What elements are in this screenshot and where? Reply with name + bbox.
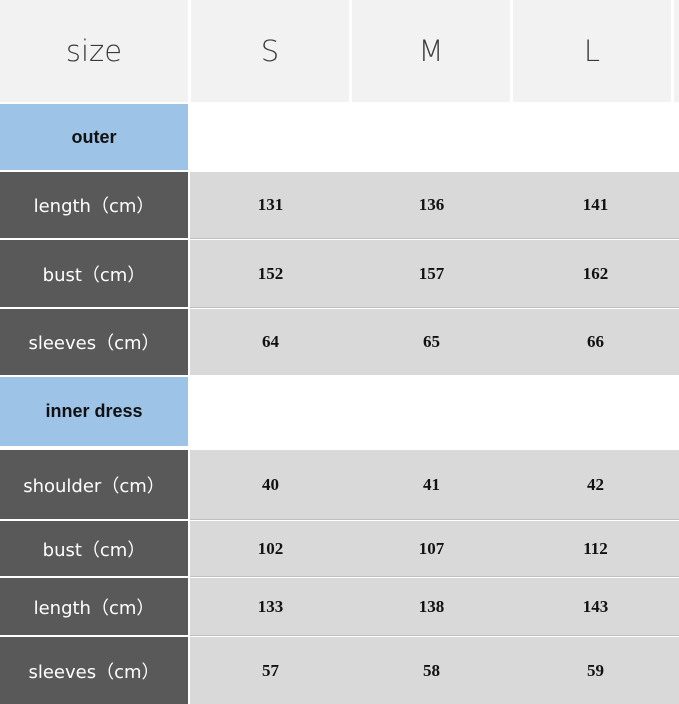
row-divider: [190, 307, 679, 308]
table-cell: 141: [512, 172, 679, 238]
row-divider: [190, 635, 679, 636]
row-label: shoulder（cm）: [0, 450, 188, 519]
row-label: sleeves（cm）: [0, 309, 188, 375]
table-cell: 58: [351, 637, 512, 704]
table-cell: 66: [512, 309, 679, 375]
header-size-s: S: [191, 0, 349, 102]
section-title-outer: outer: [0, 104, 188, 170]
table-cell: 143: [512, 578, 679, 635]
section-title-inner-dress: inner dress: [0, 377, 188, 446]
row-label: sleeves（cm）: [0, 637, 188, 704]
header-size-l: L: [513, 0, 671, 102]
row-label: bust（cm）: [0, 240, 188, 307]
table-cell: 64: [190, 309, 351, 375]
table-cell: 102: [190, 521, 351, 576]
size-chart-table: size S M L outer length（cm） 131 136 141 …: [0, 0, 679, 704]
table-cell: 42: [512, 450, 679, 519]
header-size-extra: [674, 0, 679, 102]
table-cell: 59: [512, 637, 679, 704]
table-cell: 65: [351, 309, 512, 375]
table-cell: 157: [351, 240, 512, 307]
table-cell: 107: [351, 521, 512, 576]
row-divider: [190, 576, 679, 577]
row-label: bust（cm）: [0, 521, 188, 576]
table-cell: 152: [190, 240, 351, 307]
header-size-m: M: [352, 0, 510, 102]
table-cell: 138: [351, 578, 512, 635]
table-cell: 162: [512, 240, 679, 307]
header-size-cell: size: [0, 0, 188, 102]
table-cell: 40: [190, 450, 351, 519]
row-label: length（cm）: [0, 578, 188, 635]
table-cell: 41: [351, 450, 512, 519]
row-divider: [190, 238, 679, 239]
table-cell: 112: [512, 521, 679, 576]
row-divider: [190, 519, 679, 520]
table-cell: 133: [190, 578, 351, 635]
table-cell: 57: [190, 637, 351, 704]
row-label: length（cm）: [0, 172, 188, 238]
table-cell: 131: [190, 172, 351, 238]
table-cell: 136: [351, 172, 512, 238]
